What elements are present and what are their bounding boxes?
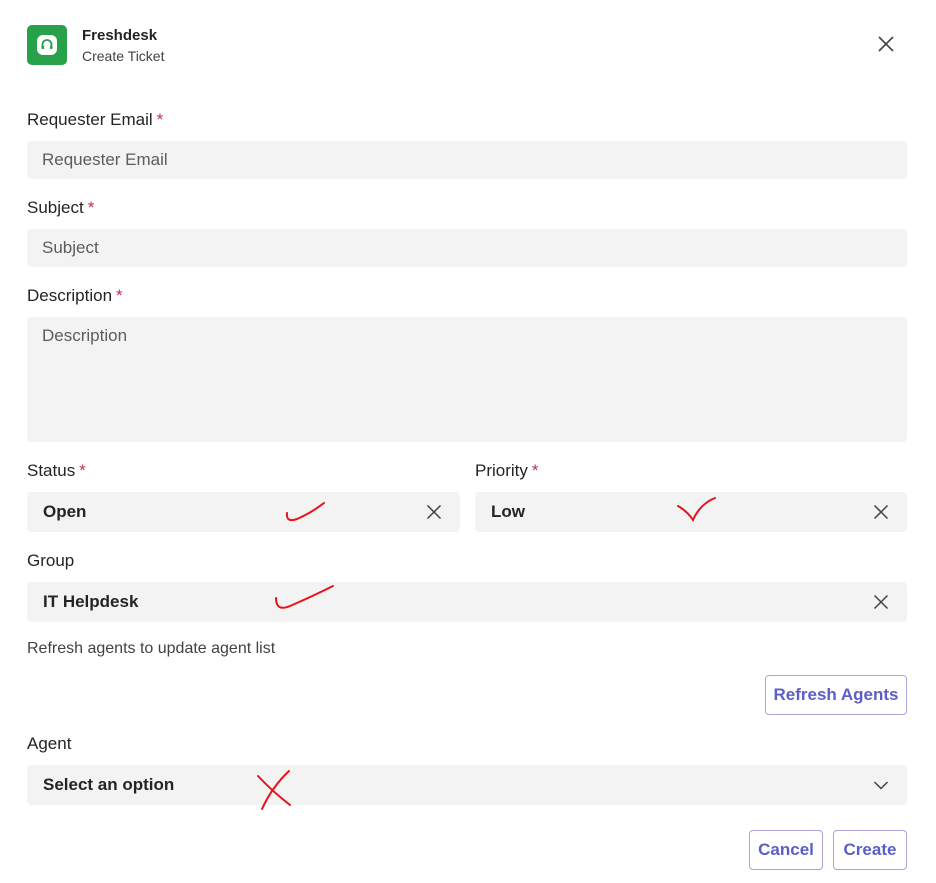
agent-dropdown-toggle[interactable] bbox=[871, 775, 891, 795]
description-textarea[interactable] bbox=[27, 317, 907, 442]
close-button[interactable] bbox=[871, 29, 901, 59]
agent-value: Select an option bbox=[43, 775, 175, 794]
priority-select[interactable]: Low bbox=[475, 492, 907, 532]
subject-label: Subject * bbox=[27, 198, 94, 218]
required-marker: * bbox=[156, 110, 164, 129]
subject-label-text: Subject bbox=[27, 198, 84, 217]
agent-label-text: Agent bbox=[27, 734, 72, 753]
required-marker: * bbox=[79, 461, 86, 480]
required-marker: * bbox=[531, 461, 539, 480]
close-icon bbox=[878, 36, 894, 52]
status-label: Status * bbox=[27, 461, 86, 481]
create-button[interactable]: Create bbox=[833, 830, 907, 870]
refresh-agents-button[interactable]: Refresh Agents bbox=[765, 675, 907, 715]
status-clear-button[interactable] bbox=[424, 502, 444, 522]
priority-clear-button[interactable] bbox=[871, 502, 891, 522]
cancel-button[interactable]: Cancel bbox=[749, 830, 823, 870]
clear-icon bbox=[426, 504, 442, 520]
requester-email-label-text: Requester Email bbox=[27, 110, 153, 129]
description-label: Description * bbox=[27, 286, 123, 306]
requester-email-input[interactable] bbox=[27, 141, 907, 179]
subject-input[interactable] bbox=[27, 229, 907, 267]
status-label-text: Status bbox=[27, 461, 76, 480]
clear-icon bbox=[873, 594, 889, 610]
app-subtitle: Create Ticket bbox=[82, 48, 165, 64]
status-value: Open bbox=[43, 502, 87, 521]
group-label: Group bbox=[27, 551, 74, 571]
priority-label: Priority * bbox=[475, 461, 539, 481]
priority-value: Low bbox=[491, 502, 525, 521]
group-value: IT Helpdesk bbox=[43, 592, 139, 611]
required-marker: * bbox=[87, 198, 95, 217]
priority-label-text: Priority bbox=[475, 461, 528, 480]
required-marker: * bbox=[116, 286, 123, 305]
agent-dropdown[interactable]: Select an option bbox=[27, 765, 907, 805]
group-select[interactable]: IT Helpdesk bbox=[27, 582, 907, 622]
group-clear-button[interactable] bbox=[871, 592, 891, 612]
chevron-down-icon bbox=[873, 781, 889, 790]
refresh-agents-hint: Refresh agents to update agent list bbox=[27, 640, 276, 657]
headset-icon bbox=[37, 35, 57, 55]
description-label-text: Description bbox=[27, 286, 113, 305]
app-title: Freshdesk bbox=[82, 27, 158, 44]
agent-label: Agent bbox=[27, 734, 71, 754]
clear-icon bbox=[873, 504, 889, 520]
group-label-text: Group bbox=[27, 551, 75, 570]
freshdesk-app-icon bbox=[27, 25, 67, 65]
status-select[interactable]: Open bbox=[27, 492, 460, 532]
requester-email-label: Requester Email * bbox=[27, 110, 163, 130]
